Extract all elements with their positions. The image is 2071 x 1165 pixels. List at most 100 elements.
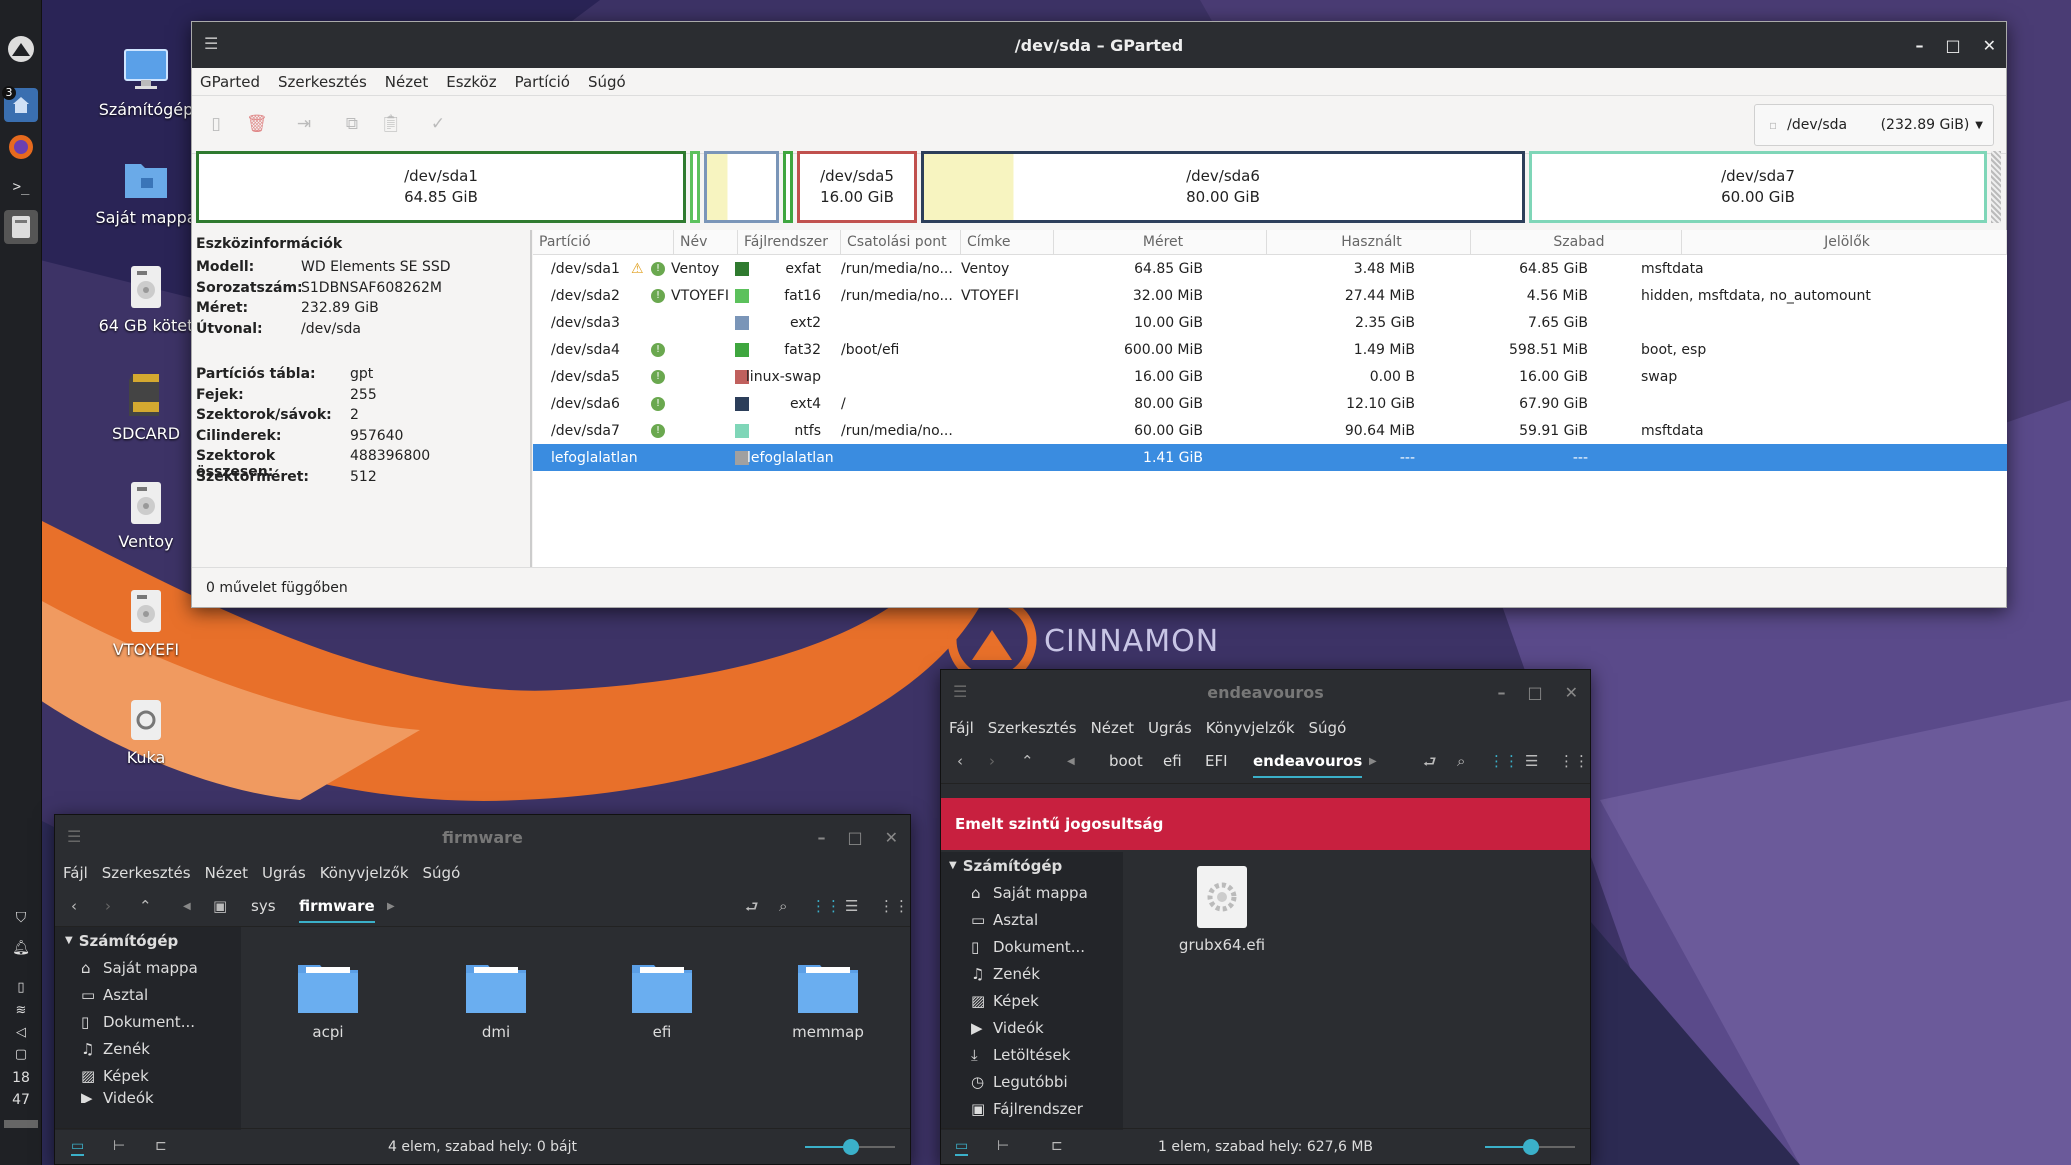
crumb-right-icon[interactable]: ▶ bbox=[1369, 756, 1377, 767]
map-partition-sda3[interactable] bbox=[704, 151, 779, 223]
menu-file[interactable]: Fájl bbox=[63, 864, 88, 882]
sidebar-item-documents[interactable]: ▯ Dokument... bbox=[65, 1008, 241, 1035]
table-row[interactable]: /dev/sda2! VTOYEFI fat16/run/media/no... VT… bbox=[533, 282, 2007, 309]
sidebar-item-pictures[interactable]: ▨ Képek bbox=[65, 1062, 241, 1089]
workspace-button[interactable]: 3 bbox=[2, 86, 38, 122]
icon-view-icon[interactable]: ⋮⋮ bbox=[811, 897, 841, 915]
menu-help[interactable]: Súgó bbox=[423, 864, 461, 882]
menu-go[interactable]: Ugrás bbox=[262, 864, 306, 882]
folder-item[interactable]: efi bbox=[607, 961, 717, 1041]
sidebar-item-downloads[interactable]: ⤓ Letöltések bbox=[949, 1041, 1123, 1068]
compact-view-icon[interactable]: ⋮⋮ bbox=[1559, 752, 1589, 770]
menu-button[interactable] bbox=[4, 32, 38, 66]
table-row[interactable]: /dev/sda5! linux-swap 16.00 GiB 0.00 B 16.00… bbox=[533, 363, 2007, 390]
minimize-icon[interactable]: – bbox=[1497, 683, 1505, 702]
folder-item[interactable]: dmi bbox=[441, 961, 551, 1041]
sidebar-item-videos[interactable]: ▶ Videók bbox=[949, 1014, 1123, 1041]
map-partition-sda4[interactable] bbox=[783, 151, 793, 223]
close-icon[interactable]: ✕ bbox=[1983, 36, 1996, 55]
menu-partition[interactable]: Partíció bbox=[515, 73, 570, 91]
crumb-endeavouros[interactable]: endeavouros bbox=[1253, 752, 1363, 778]
gparted-launcher[interactable] bbox=[4, 210, 38, 244]
sidebar-item-videos[interactable]: ▶ Videók bbox=[65, 1089, 241, 1103]
minimize-icon[interactable]: – bbox=[1915, 36, 1923, 55]
map-partition-sda6[interactable]: /dev/sda6 80.00 GiB bbox=[921, 151, 1525, 223]
column-header-label[interactable]: Címke bbox=[961, 230, 1054, 254]
folder-item[interactable]: acpi bbox=[273, 961, 383, 1041]
menu-device[interactable]: Eszköz bbox=[446, 73, 496, 91]
sidebar-item-filesystem[interactable]: ▣ Fájlrendszer bbox=[949, 1095, 1123, 1122]
maximize-icon[interactable]: □ bbox=[1945, 36, 1960, 55]
zoom-slider[interactable] bbox=[805, 1139, 895, 1155]
sidebar-item-pictures[interactable]: ▨ Képek bbox=[949, 987, 1123, 1014]
table-row[interactable]: /dev/sda7! ntfs/run/media/no... 60.00 GiB 9… bbox=[533, 417, 2007, 444]
column-header-free[interactable]: Szabad bbox=[1471, 230, 1682, 254]
desktop-icon-home[interactable]: Saját mappa bbox=[86, 156, 206, 227]
sidebar-item-documents[interactable]: ▯ Dokument... bbox=[949, 933, 1123, 960]
column-header-flags[interactable]: Jelölők bbox=[1682, 230, 2007, 254]
menu-file[interactable]: Fájl bbox=[949, 719, 974, 737]
forward-icon[interactable]: › bbox=[989, 752, 995, 770]
desktop-icon-ventoy[interactable]: Ventoy bbox=[86, 480, 206, 551]
menu-edit[interactable]: Szerkesztés bbox=[102, 864, 191, 882]
menu-edit[interactable]: Szerkesztés bbox=[278, 73, 367, 91]
map-partition-sda5[interactable]: /dev/sda5 16.00 GiB bbox=[797, 151, 917, 223]
crumb-firmware[interactable]: firmware bbox=[299, 897, 375, 923]
crumb-efi[interactable]: efi bbox=[1163, 752, 1182, 770]
back-icon[interactable]: ‹ bbox=[71, 897, 77, 915]
table-row[interactable]: /dev/sda4! fat32/boot/efi 600.00 MiB 1.49 M… bbox=[533, 336, 2007, 363]
firmware-titlebar[interactable]: ☰ firmware – □ ✕ bbox=[55, 815, 910, 859]
list-view-icon[interactable]: ☰ bbox=[845, 897, 858, 915]
sidebar-header-computer[interactable]: ▼ Számítógép bbox=[65, 927, 241, 954]
apply-icon[interactable]: ✓ bbox=[428, 114, 448, 134]
shield-icon[interactable]: ⛉ bbox=[0, 910, 42, 926]
menu-edit[interactable]: Szerkesztés bbox=[988, 719, 1077, 737]
search-icon[interactable]: ⌕ bbox=[779, 897, 787, 915]
maximize-icon[interactable]: □ bbox=[1527, 683, 1542, 702]
forward-icon[interactable]: › bbox=[105, 897, 111, 915]
menu-help[interactable]: Súgó bbox=[1309, 719, 1347, 737]
icon-view-icon[interactable]: ⋮⋮ bbox=[1489, 752, 1519, 770]
back-icon[interactable]: ‹ bbox=[957, 752, 963, 770]
up-icon[interactable]: ⌃ bbox=[1021, 752, 1034, 770]
clock-hours[interactable]: 18 bbox=[0, 1070, 42, 1086]
list-view-icon[interactable]: ☰ bbox=[1525, 752, 1538, 770]
map-partition-sda7[interactable]: /dev/sda7 60.00 GiB bbox=[1529, 151, 1987, 223]
menu-view[interactable]: Nézet bbox=[205, 864, 248, 882]
sidebar-item-music[interactable]: ♫ Zenék bbox=[65, 1035, 241, 1062]
notifications-icon[interactable]: 🔔︎ bbox=[0, 940, 42, 956]
desktop-icon-trash[interactable]: Kuka bbox=[86, 696, 206, 767]
sidebar-item-desktop[interactable]: ▭ Asztal bbox=[949, 906, 1123, 933]
root-drive-icon[interactable]: ▣ bbox=[213, 897, 227, 915]
window-menu-icon[interactable]: ☰ bbox=[953, 682, 967, 701]
battery-icon[interactable]: ▯ bbox=[0, 980, 42, 995]
column-header-partition[interactable]: Partíció bbox=[533, 230, 674, 254]
menu-view[interactable]: Nézet bbox=[1091, 719, 1134, 737]
endeavouros-titlebar[interactable]: ☰ endeavouros – □ ✕ bbox=[941, 670, 1590, 714]
sidebar-item-recent[interactable]: ◷ Legutóbbi bbox=[949, 1068, 1123, 1095]
storage-icon[interactable]: ▢ bbox=[0, 1047, 42, 1062]
window-menu-icon[interactable]: ☰ bbox=[204, 34, 218, 53]
crumb-left-icon[interactable]: ◀ bbox=[1067, 756, 1075, 767]
desktop-icon-vtoyefi[interactable]: VTOYEFI bbox=[86, 588, 206, 659]
zoom-slider-handle[interactable] bbox=[1523, 1139, 1539, 1155]
minimize-icon[interactable]: – bbox=[817, 828, 825, 847]
new-partition-icon[interactable]: ▯ bbox=[206, 114, 226, 134]
column-header-used[interactable]: Használt bbox=[1267, 230, 1471, 254]
up-icon[interactable]: ⌃ bbox=[139, 897, 152, 915]
desktop-icon-sdcard[interactable]: SDCARD bbox=[86, 372, 206, 443]
toggle-location-icon[interactable]: ⮐ bbox=[745, 897, 759, 922]
sidebar-item-home[interactable]: ⌂ Saját mappa bbox=[949, 879, 1123, 906]
paste-icon[interactable]: 📋︎ bbox=[380, 114, 402, 134]
table-row[interactable]: /dev/sda3 ext2 10.00 GiB 2.35 GiB 7.65 GiB bbox=[533, 309, 2007, 336]
menu-gparted[interactable]: GParted bbox=[200, 73, 260, 91]
close-icon[interactable]: ✕ bbox=[885, 828, 898, 847]
sidebar-item-desktop[interactable]: ▭ Asztal bbox=[65, 981, 241, 1008]
map-partition-sda1[interactable]: /dev/sda1 64.85 GiB bbox=[196, 151, 686, 223]
resize-move-icon[interactable]: ⇥ bbox=[294, 114, 314, 134]
crumb-EFI[interactable]: EFI bbox=[1205, 752, 1228, 770]
menu-view[interactable]: Nézet bbox=[385, 73, 428, 91]
file-item[interactable]: grubx64.efi bbox=[1167, 866, 1277, 954]
clock-minutes[interactable]: 47 bbox=[0, 1092, 42, 1108]
gparted-titlebar[interactable]: ☰ /dev/sda – GParted – □ ✕ bbox=[192, 22, 2006, 68]
